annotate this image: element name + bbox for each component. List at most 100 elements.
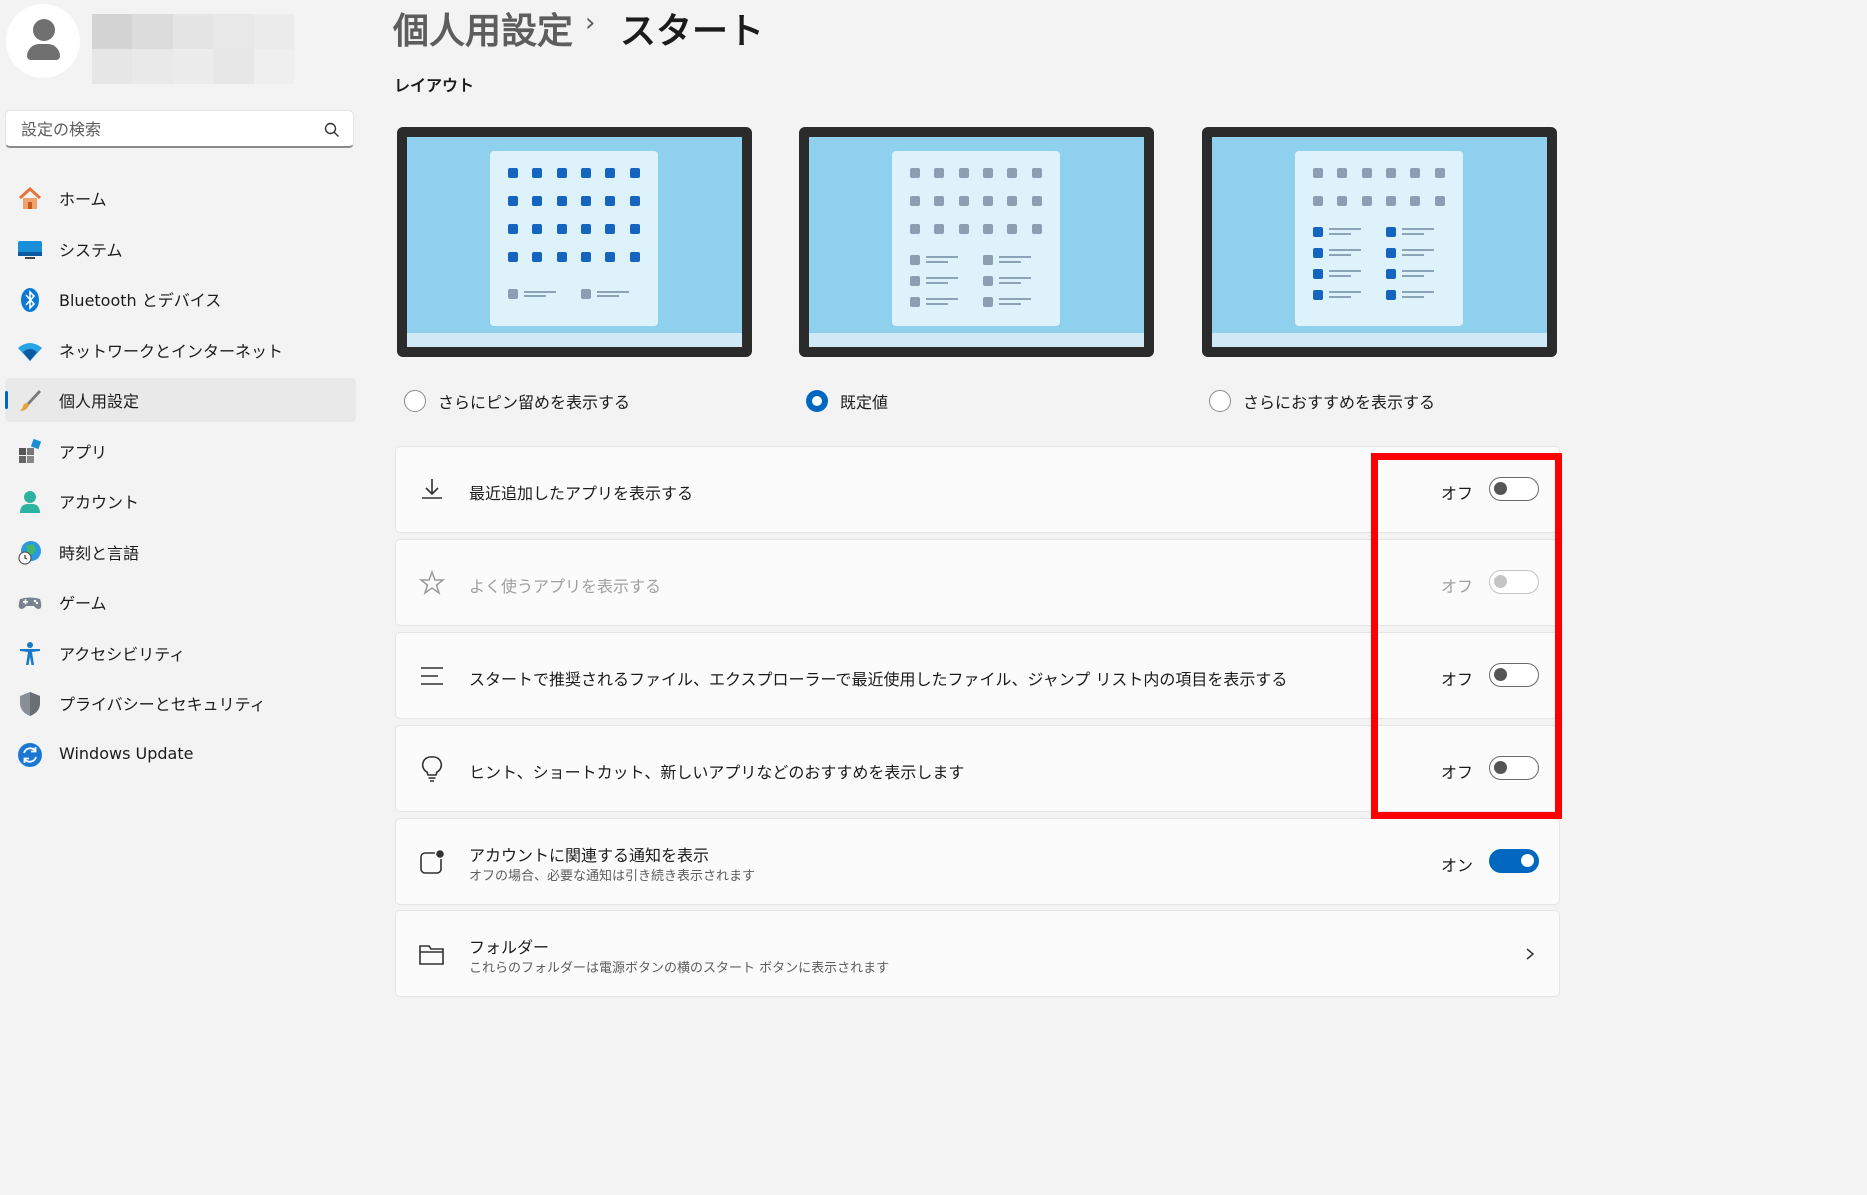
- preview-tile: [959, 168, 969, 178]
- search-box[interactable]: [5, 110, 354, 148]
- toggle-state-label: オフ: [1440, 484, 1473, 503]
- sidebar-item-system[interactable]: システム: [5, 227, 356, 271]
- user-info-redacted: [92, 14, 294, 84]
- preview-tile: [557, 252, 567, 262]
- preview-tile: [983, 255, 993, 265]
- start-menu-preview: [1295, 151, 1463, 326]
- preview-tile: [581, 196, 591, 206]
- sidebar-item-label: 時刻と言語: [59, 543, 140, 563]
- radio-button[interactable]: [1209, 390, 1231, 412]
- preview-line: [1402, 228, 1434, 230]
- download-icon: [422, 479, 442, 499]
- radio-more-pins[interactable]: さらにピン留めを表示する: [404, 389, 630, 413]
- search-input[interactable]: [19, 119, 323, 140]
- preview-tile: [1386, 269, 1396, 279]
- sidebar-item-label: ゲーム: [59, 594, 107, 613]
- list-icon: [421, 667, 443, 685]
- breadcrumb-separator: ›: [585, 8, 596, 38]
- notification-icon: [420, 848, 446, 874]
- sidebar-item-windows-update[interactable]: Windows Update: [5, 732, 356, 776]
- preview-tile: [581, 289, 591, 299]
- sidebar-item-apps[interactable]: アプリ: [5, 429, 356, 473]
- preview-tile: [983, 224, 993, 234]
- shield-icon: [20, 692, 40, 716]
- brush-icon: [20, 390, 41, 411]
- preview-line: [1329, 296, 1351, 298]
- preview-tile: [983, 297, 993, 307]
- preview-tile: [605, 168, 615, 178]
- sidebar-item-network[interactable]: ネットワークとインターネット: [5, 328, 356, 372]
- breadcrumb-parent[interactable]: 個人用設定: [393, 2, 573, 54]
- start-menu-preview: [892, 151, 1060, 326]
- preview-tile: [1007, 224, 1017, 234]
- radio-default[interactable]: 既定値: [806, 389, 888, 413]
- preview-tile: [1386, 227, 1396, 237]
- lightbulb-icon: [421, 756, 443, 782]
- preview-tile: [532, 196, 542, 206]
- preview-tile: [1313, 227, 1323, 237]
- layout-preview-default[interactable]: [799, 127, 1154, 357]
- avatar[interactable]: [6, 4, 80, 78]
- preview-tile: [934, 224, 944, 234]
- preview-line: [1329, 270, 1361, 272]
- preview-tile: [910, 297, 920, 307]
- radio-button[interactable]: [404, 390, 426, 412]
- setting-subtitle: オフの場合、必要な通知は引き続き表示されます: [469, 869, 756, 884]
- preview-tile: [557, 224, 567, 234]
- star-icon: [418, 569, 446, 595]
- preview-tile: [983, 196, 993, 206]
- sidebar-item-personalization[interactable]: 個人用設定: [5, 378, 356, 422]
- toggle-state-label: オン: [1440, 856, 1473, 875]
- preview-tile: [910, 168, 920, 178]
- preview-tile: [532, 224, 542, 234]
- toggle-switch[interactable]: [1489, 756, 1539, 780]
- sidebar-item-privacy[interactable]: プライバシーとセキュリティ: [5, 681, 356, 725]
- preview-tile: [557, 168, 567, 178]
- preview-tile: [1313, 168, 1323, 178]
- wifi-icon: [18, 342, 42, 361]
- preview-tile: [910, 276, 920, 286]
- preview-tile: [1313, 196, 1323, 206]
- toggle-state-label: オフ: [1440, 670, 1473, 689]
- sidebar-item-accessibility[interactable]: アクセシビリティ: [5, 631, 356, 675]
- setting-most-used-apps: よく使うアプリを表示する オフ: [395, 539, 1560, 626]
- toggle-switch[interactable]: [1489, 663, 1539, 687]
- preview-tile: [934, 168, 944, 178]
- preview-tile: [1032, 224, 1042, 234]
- sidebar-item-time-language[interactable]: 時刻と言語: [5, 530, 356, 574]
- radio-more-recommendations[interactable]: さらにおすすめを表示する: [1209, 389, 1435, 413]
- sidebar-item-label: ネットワークとインターネット: [59, 341, 284, 361]
- preview-line: [1402, 254, 1424, 256]
- preview-tile: [934, 196, 944, 206]
- sidebar-item-bluetooth[interactable]: Bluetooth とデバイス: [5, 277, 356, 321]
- sidebar-item-gaming[interactable]: ゲーム: [5, 580, 356, 624]
- sidebar-item-accounts[interactable]: アカウント: [5, 479, 356, 523]
- radio-button[interactable]: [806, 390, 828, 412]
- setting-title: よく使うアプリを表示する: [469, 577, 662, 596]
- sidebar-item-home[interactable]: ホーム: [5, 176, 356, 220]
- search-icon: [324, 122, 339, 137]
- preview-tile: [910, 224, 920, 234]
- preview-tile: [1313, 248, 1323, 258]
- setting-folders[interactable]: フォルダー これらのフォルダーは電源ボタンの横のスタート ボタンに表示されます: [395, 910, 1560, 997]
- home-icon: [18, 186, 42, 209]
- preview-line: [926, 256, 958, 258]
- preview-tile: [630, 224, 640, 234]
- preview-tile: [1313, 269, 1323, 279]
- preview-tile: [508, 289, 518, 299]
- preview-tile: [630, 168, 640, 178]
- accessibility-icon: [20, 641, 40, 665]
- preview-tile: [532, 252, 542, 262]
- sidebar-item-label: Windows Update: [59, 744, 194, 763]
- preview-tile: [983, 168, 993, 178]
- preview-tile: [1362, 168, 1372, 178]
- preview-line: [999, 303, 1021, 305]
- preview-tile: [605, 224, 615, 234]
- toggle-switch[interactable]: [1489, 849, 1539, 873]
- user-icon: [33, 19, 55, 41]
- toggle-switch[interactable]: [1489, 477, 1539, 501]
- setting-recommended-files: スタートで推奨されるファイル、エクスプローラーで最近使用したファイル、ジャンプ …: [395, 632, 1560, 719]
- layout-preview-more-recommendations[interactable]: [1202, 127, 1557, 357]
- layout-preview-more-pins[interactable]: [397, 127, 752, 357]
- preview-line: [1329, 275, 1351, 277]
